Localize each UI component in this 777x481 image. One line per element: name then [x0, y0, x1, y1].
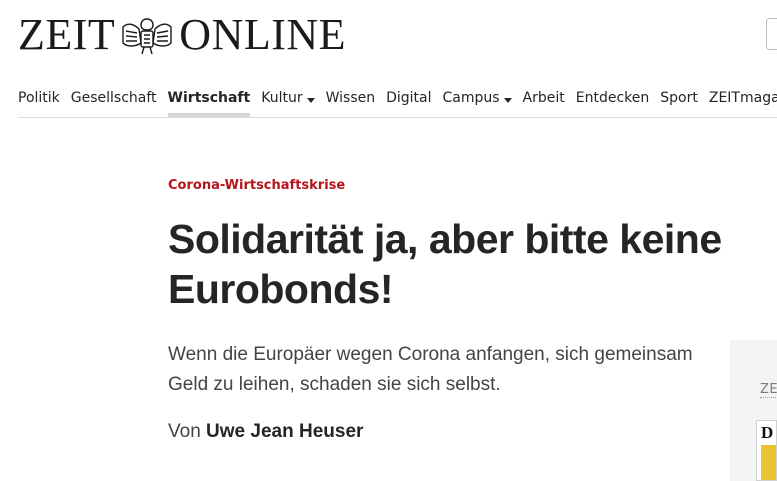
article-summary: Wenn die Europäer wegen Corona anfangen,… [168, 344, 693, 395]
eagle-crest-icon [117, 13, 177, 57]
article-kicker[interactable]: Corona-Wirtschaftskrise [168, 178, 345, 193]
logo-text-zeit: ZEIT [18, 10, 116, 59]
nav-item-zeitmagazin[interactable]: ZEITmagazin [709, 86, 777, 113]
nav-label: ZEITmagazin [708, 90, 777, 106]
nav-item-wirtschaft[interactable]: Wirtschaft [167, 86, 251, 117]
nav-label: Wirtschaft [167, 90, 251, 106]
teaser-label[interactable]: ZE [760, 382, 777, 398]
nav-item-wissen[interactable]: Wissen [326, 86, 376, 113]
nav-label: Sport [660, 90, 698, 106]
nav-label: Gesellschaft [70, 90, 157, 106]
nav-item-campus[interactable]: Campus [443, 86, 512, 113]
nav-label: Entdecken [575, 90, 650, 106]
nav-item-kultur[interactable]: Kultur [261, 86, 315, 113]
nav-label: Arbeit [522, 90, 565, 106]
thumbnail-masthead: D [761, 423, 774, 442]
author-link[interactable]: Uwe Jean Heuser [206, 421, 363, 442]
nav-item-entdecken[interactable]: Entdecken [576, 86, 650, 113]
chevron-down-icon [503, 98, 512, 103]
logo-text-online: ONLINE [179, 10, 347, 59]
nav-item-sport[interactable]: Sport [660, 86, 698, 113]
search-input[interactable] [766, 18, 777, 50]
nav-label: Wissen [325, 90, 376, 106]
thumbnail-cover [761, 445, 776, 480]
nav-label: Politik [18, 90, 60, 106]
nav-label: Campus [442, 90, 500, 106]
site-logo[interactable]: ZEIT ONLINE [18, 12, 346, 58]
article-headline[interactable]: Solidarität ja, aber bitte keine Eurobon… [168, 214, 768, 314]
nav-item-gesellschaft[interactable]: Gesellschaft [71, 86, 157, 113]
article-byline: Von Uwe Jean Heuser [168, 421, 363, 443]
nav-label: Digital [386, 90, 432, 106]
nav-label: Kultur [261, 90, 303, 106]
nav-item-arbeit[interactable]: Arbeit [523, 86, 565, 113]
main-navigation: Politik Gesellschaft Wirtschaft Kultur W… [18, 86, 777, 118]
nav-item-politik[interactable]: Politik [18, 86, 60, 113]
sidebar-teaser: ZE D [730, 340, 777, 481]
magazine-thumbnail[interactable]: D [756, 420, 777, 481]
nav-item-digital[interactable]: Digital [386, 86, 431, 113]
byline-prefix: Von [168, 421, 201, 442]
chevron-down-icon [306, 98, 315, 103]
nav-divider [18, 117, 777, 118]
